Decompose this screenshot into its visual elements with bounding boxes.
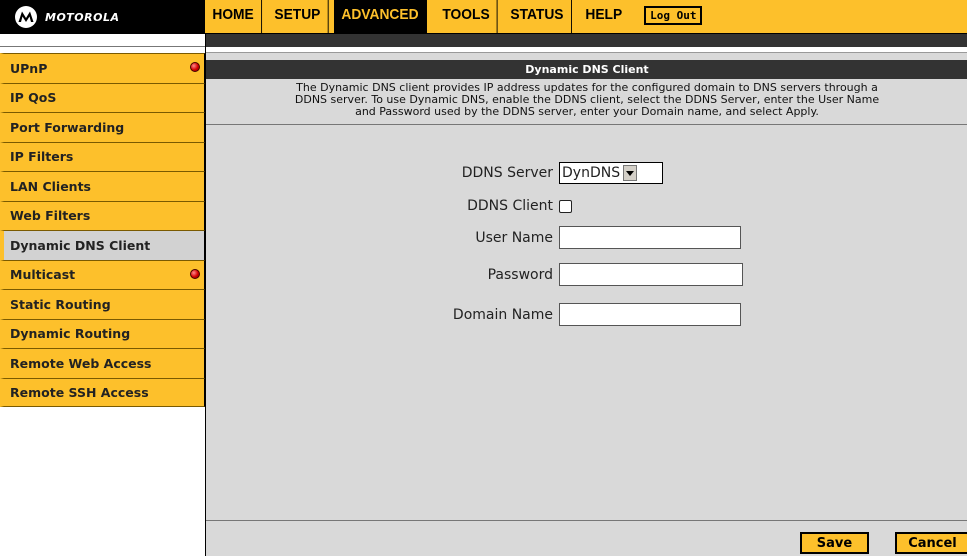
sidebar-item-label: Remote Web Access (10, 355, 152, 371)
ddns-client-label: DDNS Client (467, 198, 553, 214)
sidebar-item-label: Dynamic DNS Client (10, 237, 151, 253)
sidebar-item-lan-clients[interactable]: LAN Clients (0, 171, 205, 201)
nav-home[interactable]: HOME (205, 0, 263, 34)
description-line: and Password used by the DDNS server, en… (355, 105, 819, 118)
action-bar: Save Cancel (206, 520, 967, 556)
domain-name-input[interactable] (559, 303, 741, 326)
logout-button[interactable]: Log Out (644, 6, 703, 25)
cancel-button[interactable]: Cancel (895, 532, 967, 554)
sidebar-header-gap (0, 34, 205, 47)
top-navigation: HOME SETUP ADVANCED TOOLS STATUS HELP Lo… (205, 0, 967, 34)
nav-status[interactable]: STATUS (503, 0, 573, 34)
domain-name-row: Domain Name (206, 303, 741, 326)
sidebar-item-port-forwarding[interactable]: Port Forwarding (0, 112, 205, 142)
ddns-client-row: DDNS Client (206, 198, 572, 214)
brand-logo: MOTOROLA (0, 0, 205, 34)
sidebar-item-dynamic-dns-client[interactable]: Dynamic DNS Client (0, 230, 205, 260)
sidebar-item-label: IP QoS (10, 90, 57, 106)
sidebar-item-label: IP Filters (10, 149, 74, 165)
sidebar-item-label: Dynamic Routing (10, 326, 131, 342)
sidebar-item-label: Web Filters (10, 208, 91, 224)
sidebar-item-upnp[interactable]: UPnP (0, 53, 205, 83)
nav-advanced[interactable]: ADVANCED (334, 0, 427, 34)
sidebar-item-remote-ssh-access[interactable]: Remote SSH Access (0, 377, 205, 407)
domain-name-label: Domain Name (452, 306, 553, 323)
sidebar-item-remote-web-access[interactable]: Remote Web Access (0, 348, 205, 378)
sidebar-item-label: Static Routing (10, 296, 111, 312)
page-description: The Dynamic DNS client provides IP addre… (206, 80, 967, 125)
password-row: Password (206, 263, 743, 286)
sidebar: UPnP IP QoS Port Forwarding IP Filters L… (0, 53, 205, 407)
sidebar-item-label: Multicast (10, 267, 76, 283)
alert-icon (190, 268, 200, 279)
user-name-row: User Name (206, 226, 741, 249)
password-input[interactable] (559, 263, 743, 286)
ddns-server-row: DDNS Server DynDNS (206, 162, 663, 184)
page-title: Dynamic DNS Client (206, 60, 967, 79)
sidebar-item-web-filters[interactable]: Web Filters (0, 200, 205, 230)
nav-help[interactable]: HELP (578, 0, 630, 34)
header-divider (0, 34, 967, 47)
sidebar-item-ip-filters[interactable]: IP Filters (0, 141, 205, 171)
motorola-logo-icon (15, 6, 37, 28)
main-header-strip (205, 34, 967, 47)
sidebar-item-label: UPnP (10, 60, 48, 76)
sidebar-item-multicast[interactable]: Multicast (0, 259, 205, 289)
sidebar-item-label: Remote SSH Access (10, 384, 149, 400)
ddns-server-label: DDNS Server (461, 165, 553, 181)
alert-icon (190, 62, 200, 72)
sidebar-item-ip-qos[interactable]: IP QoS (0, 82, 205, 112)
sidebar-item-label: LAN Clients (10, 178, 91, 194)
ddns-server-value: DynDNS (562, 165, 621, 181)
brand-name: MOTOROLA (45, 10, 120, 24)
user-name-label: User Name (475, 229, 553, 246)
nav-tools[interactable]: TOOLS (435, 0, 498, 34)
nav-setup[interactable]: SETUP (267, 0, 329, 34)
sidebar-item-static-routing[interactable]: Static Routing (0, 289, 205, 319)
user-name-input[interactable] (559, 226, 741, 249)
ddns-server-select[interactable]: DynDNS (559, 162, 663, 184)
save-button[interactable]: Save (800, 532, 869, 554)
main-top-gap (206, 47, 967, 53)
ddns-client-checkbox[interactable] (559, 199, 572, 213)
password-label: Password (487, 266, 553, 283)
sidebar-item-label: Port Forwarding (10, 119, 125, 135)
main-panel: Dynamic DNS Client The Dynamic DNS clien… (205, 47, 967, 556)
sidebar-item-dynamic-routing[interactable]: Dynamic Routing (0, 318, 205, 348)
chevron-down-icon[interactable] (623, 165, 638, 181)
